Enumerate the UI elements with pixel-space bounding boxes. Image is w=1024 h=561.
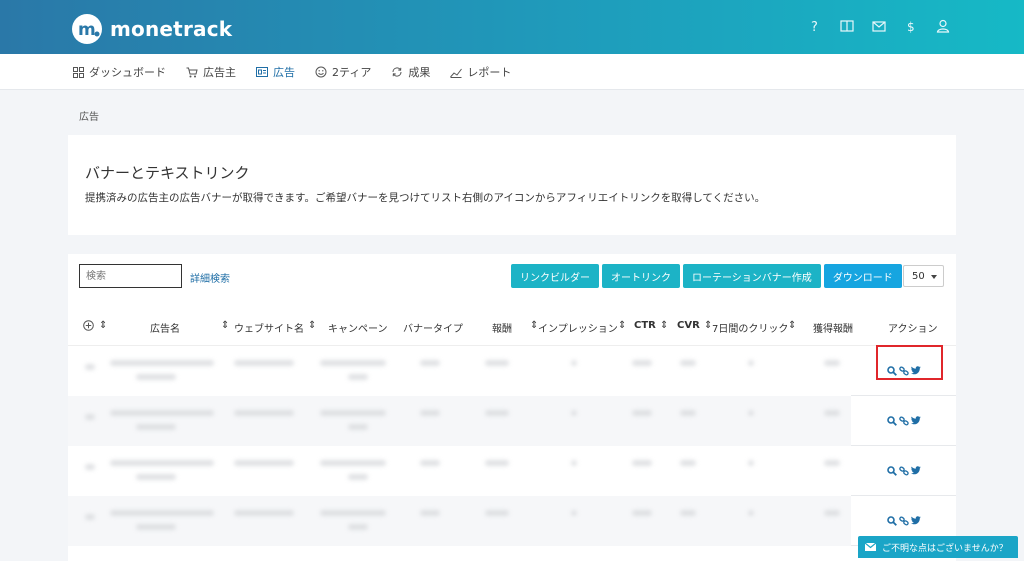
table-header: ⇕ 広告名 ⇕ ウェブサイト名 ⇕ キャンペーン バナータイプ 報酬 ⇕ インプ… (68, 320, 956, 346)
page-description: 提携済みの広告主の広告バナーが取得できます。ご希望バナーを見つけてリスト右側のア… (85, 192, 766, 204)
top-header: m monetrack ? $ (0, 0, 1024, 54)
link-icon[interactable] (898, 415, 909, 426)
row-actions (851, 446, 956, 496)
col-banner-type[interactable]: バナータイプ (403, 320, 463, 335)
sort-icon[interactable]: ⇕ (660, 320, 668, 331)
nav-item-dashboard[interactable]: ダッシュボード (72, 64, 166, 80)
nav-item-2tier[interactable]: 2ティア (315, 64, 371, 80)
nav-label: ダッシュボード (89, 66, 166, 79)
per-page-value: 50 (912, 270, 925, 282)
help-icon[interactable]: ? (806, 17, 824, 35)
row-actions (851, 396, 956, 446)
caret-down-icon (930, 271, 937, 282)
download-button[interactable]: ダウンロード (823, 264, 902, 288)
chart-icon (450, 66, 463, 78)
link-icon[interactable] (898, 515, 909, 526)
sort-icon[interactable]: ⇕ (308, 320, 316, 331)
col-reward[interactable]: 報酬 (492, 320, 512, 335)
search-icon[interactable] (886, 515, 897, 526)
nav-item-report[interactable]: レポート (450, 64, 511, 80)
nav-item-results[interactable]: 成果 (391, 64, 430, 80)
svg-text:$: $ (907, 20, 915, 33)
nav-label: 2ティア (332, 66, 372, 79)
table-row[interactable] (68, 446, 956, 496)
brand-logo[interactable]: m monetrack (72, 14, 232, 44)
banner-icon (256, 66, 268, 78)
nav-label: 広告 (273, 66, 295, 79)
col-impression[interactable]: インプレッション (538, 320, 618, 335)
svg-text:m: m (78, 20, 96, 40)
smile-icon (315, 66, 327, 78)
col-earned[interactable]: 獲得報酬 (813, 320, 853, 335)
rotation-banner-button[interactable]: ローテーションバナー作成 (683, 264, 821, 288)
brand-name: monetrack (110, 17, 233, 41)
main-nav: ダッシュボード 広告主 広告 2ティア 成果 レポート (0, 54, 1024, 90)
book-icon[interactable] (838, 17, 856, 35)
col-7day-clicks[interactable]: 7日間のクリック (712, 320, 788, 335)
mail-icon (858, 543, 882, 551)
mail-icon[interactable] (870, 17, 888, 35)
nav-item-ads[interactable]: 広告 (256, 64, 295, 80)
table-row[interactable] (68, 396, 956, 446)
twitter-icon[interactable] (910, 516, 921, 526)
per-page-select[interactable]: 50 (903, 265, 944, 287)
sort-icon[interactable]: ⇕ (99, 320, 107, 331)
link-builder-button[interactable]: リンクビルダー (511, 264, 599, 288)
auto-link-button[interactable]: オートリンク (602, 264, 680, 288)
nav-label: レポート (467, 66, 512, 79)
cart-icon (186, 66, 198, 78)
twitter-icon[interactable] (910, 416, 921, 426)
svg-text:?: ? (811, 20, 818, 33)
col-ctr[interactable]: CTR (634, 320, 656, 331)
search-icon[interactable] (886, 415, 897, 426)
col-action: アクション (888, 324, 938, 335)
sort-icon[interactable]: ⇕ (221, 320, 229, 331)
page-title: バナーとテキストリンク (85, 164, 250, 182)
col-ad-name[interactable]: 広告名 (150, 320, 180, 335)
help-label: ご不明な点はございませんか？ (882, 543, 1008, 554)
refresh-icon (391, 66, 403, 78)
nav-label: 成果 (408, 66, 431, 79)
twitter-icon[interactable] (910, 466, 921, 476)
col-campaign[interactable]: キャンペーン (328, 320, 388, 335)
nav-item-advertiser[interactable]: 広告主 (186, 64, 236, 80)
search-icon[interactable] (886, 465, 897, 476)
help-chat-button[interactable]: ご不明な点はございませんか？ (858, 536, 1018, 558)
advanced-search-link[interactable]: 詳細検索 (190, 270, 230, 285)
table-row[interactable] (68, 496, 956, 546)
table-row[interactable] (68, 346, 956, 396)
add-circle-icon[interactable] (83, 320, 94, 334)
col-cvr[interactable]: CVR (677, 320, 700, 331)
breadcrumb: 広告 (79, 112, 99, 123)
col-website[interactable]: ウェブサイト名 (234, 320, 304, 335)
grid-icon (72, 66, 84, 78)
sort-icon[interactable]: ⇕ (788, 320, 796, 331)
nav-label: 広告主 (203, 66, 236, 79)
highlight-box (876, 345, 943, 380)
link-icon[interactable] (898, 465, 909, 476)
banner-table-card: 詳細検索 リンクビルダー オートリンク ローテーションバナー作成 ダウンロード … (68, 254, 956, 561)
logo-mark-icon: m (72, 14, 102, 44)
search-input[interactable] (79, 264, 182, 288)
dollar-icon[interactable]: $ (902, 17, 920, 35)
sort-icon[interactable]: ⇕ (618, 320, 626, 331)
intro-card: バナーとテキストリンク 提携済みの広告主の広告バナーが取得できます。ご希望バナー… (68, 135, 956, 235)
user-icon[interactable] (934, 17, 952, 35)
